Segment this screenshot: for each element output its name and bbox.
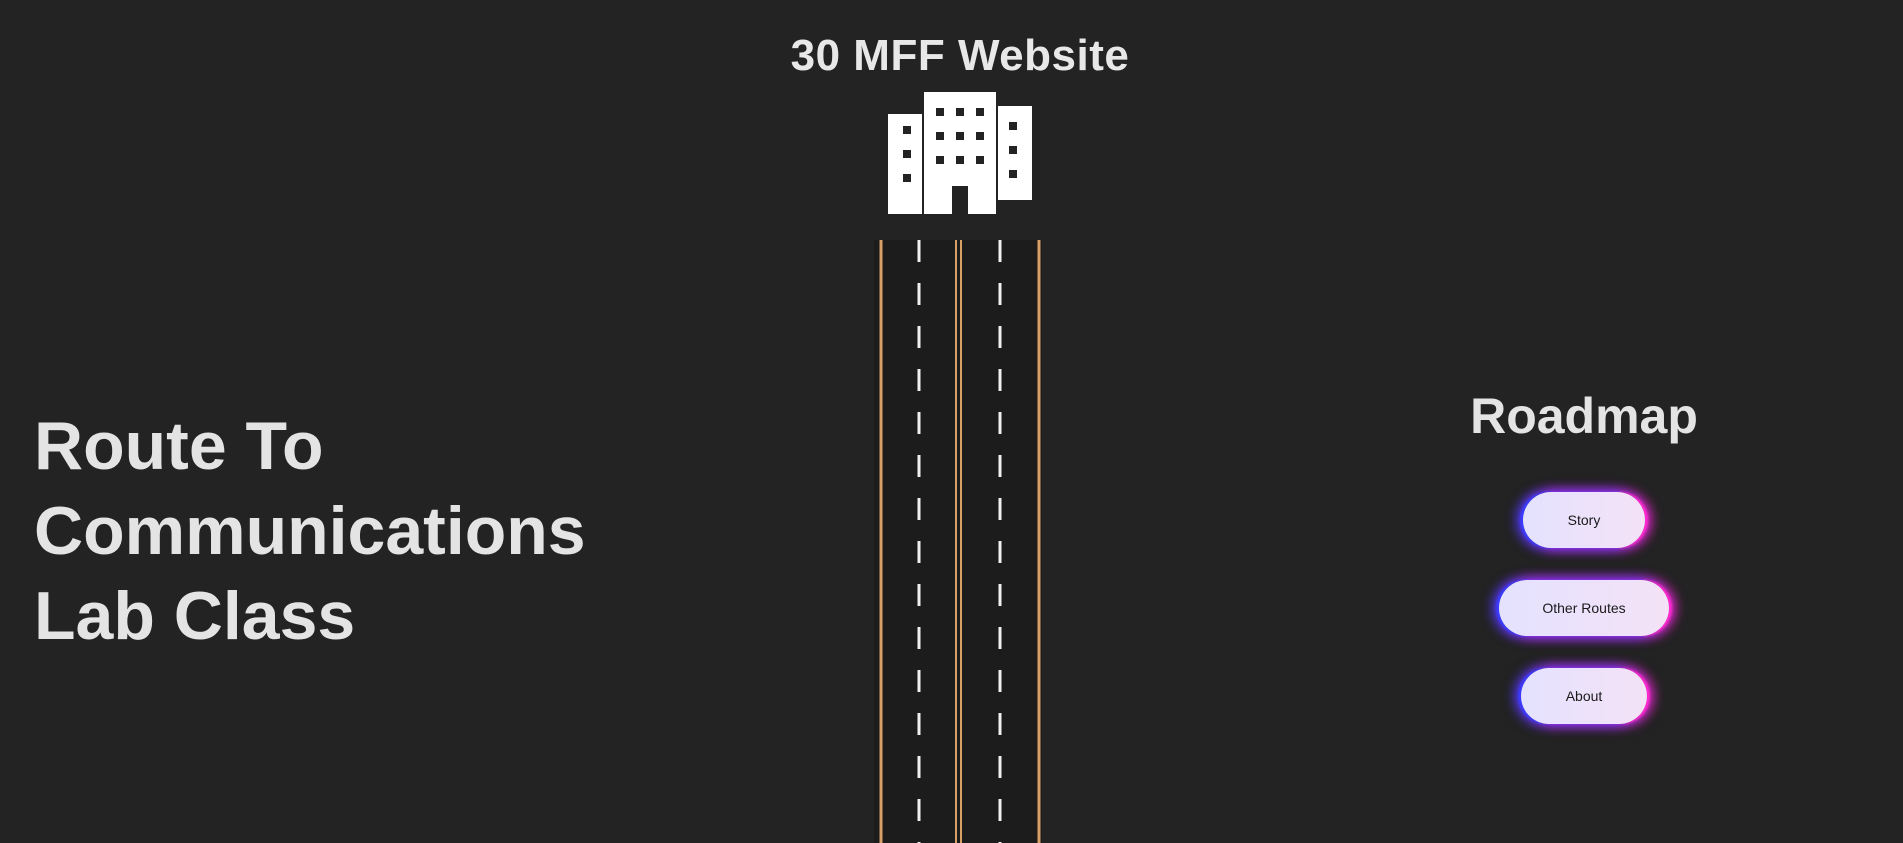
roadmap-title: Roadmap [1470,388,1698,444]
about-button[interactable]: About [1521,668,1647,724]
road-illustration [874,240,1042,843]
hero-line-1: Route To [34,408,324,484]
story-button[interactable]: Story [1523,492,1645,548]
other-routes-button[interactable]: Other Routes [1499,580,1669,636]
hero-line-2: Communications [34,493,586,569]
roadmap-nav: Story Other Routes About [1434,492,1734,724]
hero-line-3: Lab Class [34,578,356,654]
roadmap-section: Roadmap Story Other Routes About [1434,386,1734,724]
site-title: 30 MFF Website [790,31,1130,80]
office-building-icon [888,92,1032,214]
hero-title: Route To Communications Lab Class [34,404,586,659]
